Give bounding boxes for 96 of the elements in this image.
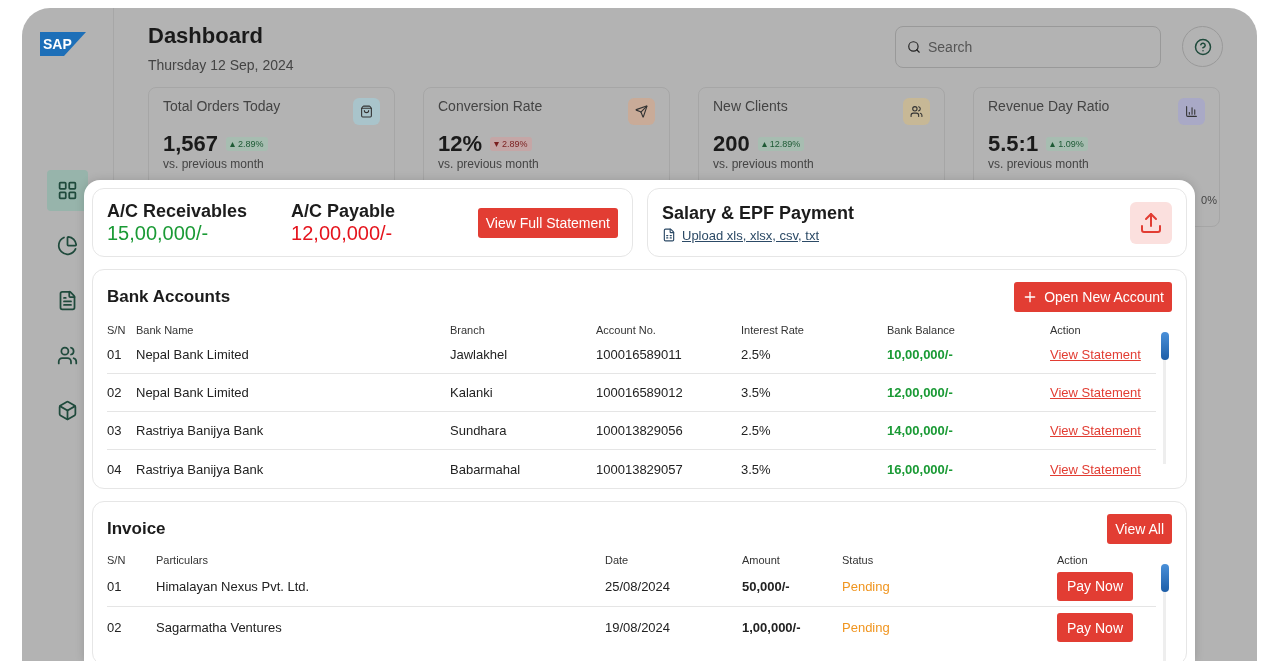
column-header: Action: [1057, 554, 1089, 566]
stat-note: vs. previous month: [713, 156, 815, 171]
table-cell-text: 02: [107, 385, 123, 400]
document-icon: [57, 290, 78, 311]
table-cell-text: Himalayan Nexus Pvt. Ltd.: [156, 578, 311, 594]
table-cell-text: Rastriya Banijya Bank: [136, 461, 265, 477]
date-text: Thursday 12 Sep, 2024: [148, 56, 295, 73]
table-cell-text: Nepal Bank Limited: [136, 347, 250, 362]
stat-label: Total Orders Today: [163, 97, 281, 116]
stat-label: Conversion Rate: [438, 97, 543, 116]
table-cell-text: Sagarmatha Ventures: [156, 620, 283, 635]
column-header: Particulars: [156, 554, 209, 566]
change-badge: 1.09%: [1046, 136, 1088, 151]
search-field[interactable]: Search: [895, 26, 1161, 68]
table-cell-text: 03: [107, 423, 123, 438]
table-cell-text: 2.5%: [741, 423, 772, 438]
view-full-statement-button[interactable]: View Full Statement: [477, 207, 618, 238]
column-header: Bank Balance: [887, 324, 956, 336]
upload-icon: [1139, 210, 1163, 235]
column-header: Date: [605, 554, 630, 566]
table-cell-text: 02: [107, 620, 123, 635]
change-badge: 2.89%: [490, 136, 532, 151]
section-title: Invoice: [107, 519, 166, 539]
stat-note: vs. previous month: [163, 156, 265, 171]
stat-value: 12%: [438, 130, 483, 157]
column-header: Interest Rate: [741, 324, 805, 336]
column-header: Action: [1050, 324, 1082, 336]
change-badge: 2.89%: [226, 136, 268, 151]
table-cell-text: 10,00,000/-: [887, 347, 954, 362]
stat-value: 1,567: [163, 130, 219, 157]
stat-note: vs. previous month: [988, 156, 1090, 171]
upload-link[interactable]: Upload xls, xlsx, csv, txt: [682, 227, 819, 243]
cube-icon: [57, 400, 78, 421]
logo: SAP: [39, 32, 86, 56]
open-account-button[interactable]: Open New Account: [1014, 282, 1172, 312]
table-cell-text: 50,000/-: [742, 578, 791, 594]
section-title: Bank Accounts: [107, 287, 231, 307]
column-header: Amount: [742, 554, 781, 566]
table-cell-text: 12,00,000/-: [887, 385, 954, 400]
table-cell-text: 100016589012: [596, 385, 684, 400]
column-header: Status: [842, 554, 875, 566]
users-icon: [57, 345, 78, 366]
search-icon: [907, 40, 921, 54]
stat-value: 5.5:1: [988, 130, 1039, 157]
payable-label: A/C Payable: [291, 200, 396, 222]
column-header: Account No.: [596, 324, 657, 336]
table-cell-text: 14,00,000/-: [887, 423, 954, 438]
table-cell-text: Babarmahal: [450, 461, 522, 477]
table-cell-text: 3.5%: [741, 385, 772, 400]
table-cell-text: 04: [107, 461, 123, 477]
table-cell-text: 19/08/2024: [605, 620, 672, 635]
view-all-button[interactable]: View All: [1107, 514, 1172, 544]
column-header: Bank Name: [136, 324, 195, 336]
view-statement-link[interactable]: View Statement: [1050, 385, 1141, 400]
receivables-label: A/C Receivables: [107, 200, 248, 222]
column-header: S/N: [107, 324, 127, 336]
stat-label: New Clients: [713, 97, 788, 116]
page-title: Dashboard: [148, 22, 264, 50]
status-text: Pending: [842, 578, 891, 594]
table-cell-text: Sundhara: [450, 423, 508, 438]
pay-now-button[interactable]: Pay Now: [1057, 613, 1134, 642]
table-cell-text: 25/08/2024: [605, 578, 672, 594]
table-cell-text: 100016589011: [596, 347, 683, 362]
stat-label: Revenue Day Ratio: [988, 97, 1110, 116]
status-text: Pending: [842, 620, 891, 635]
table-cell-text: Kalanki: [450, 385, 494, 400]
table-cell-text: Jawlakhel: [450, 347, 509, 362]
pie-chart-icon: [57, 235, 78, 256]
payable-amount: 12,00,000/-: [291, 221, 394, 245]
view-statement-link[interactable]: View Statement: [1050, 461, 1141, 477]
table-cell-text: Nepal Bank Limited: [136, 385, 250, 400]
upload-button[interactable]: [1130, 201, 1172, 244]
salary-title: Salary & EPF Payment: [662, 202, 855, 224]
table-cell-text: 01: [107, 347, 123, 362]
help-icon: [1193, 37, 1212, 56]
table-cell-text: 2.5%: [741, 347, 772, 362]
stat-note: vs. previous month: [438, 156, 540, 171]
column-header: S/N: [107, 554, 127, 566]
stat-value: 200: [713, 130, 750, 157]
view-statement-link[interactable]: View Statement: [1050, 347, 1141, 362]
view-statement-link[interactable]: View Statement: [1050, 423, 1141, 438]
column-header: Branch: [450, 324, 486, 336]
sidebar-item[interactable]: [47, 170, 88, 211]
grid-icon: [57, 180, 78, 201]
table-cell-text: 100013829057: [596, 461, 684, 477]
table-cell-text: 1,00,000/-: [742, 620, 802, 635]
change-badge: 12.89%: [757, 136, 805, 151]
table-cell-text: 100013829056: [596, 423, 684, 438]
receivables-amount: 15,00,000/-: [107, 221, 210, 245]
pay-now-button[interactable]: Pay Now: [1057, 571, 1134, 601]
table-cell-text: 01: [107, 578, 123, 594]
table-cell-text: Rastriya Banijya Bank: [136, 423, 265, 438]
file-icon: [662, 228, 676, 242]
table-cell-text: 16,00,000/-: [887, 461, 954, 477]
progress-percent: 0%: [1201, 193, 1217, 206]
table-cell-text: 3.5%: [741, 461, 772, 477]
